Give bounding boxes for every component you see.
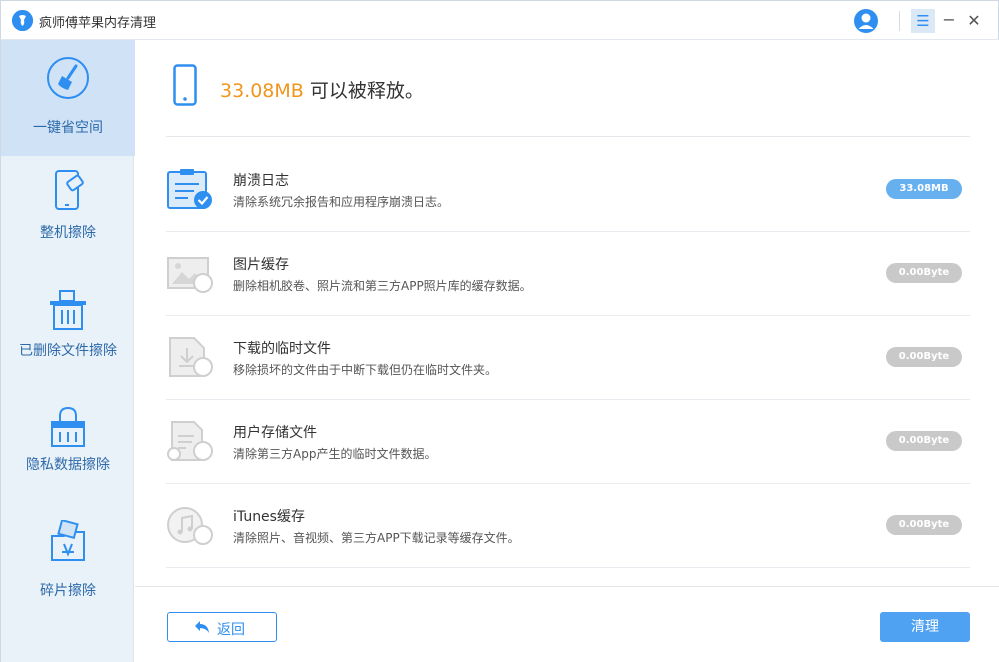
sidebar-item-deleted-erase[interactable]: 已删除文件擦除: [1, 272, 135, 388]
list-item-itunes-cache[interactable]: iTunes缓存 清除照片、音视频、第三方APP下载记录等缓存文件。 0.00B…: [166, 484, 970, 568]
itunes-cache-icon: [166, 504, 216, 548]
title-bar: 疯师傅苹果内存清理 ☰ − ✕: [0, 0, 999, 40]
sidebar-item-label: 隐私数据擦除: [26, 457, 110, 473]
size-badge: 0.00Byte: [886, 263, 962, 283]
menu-button[interactable]: ☰: [911, 9, 935, 33]
size-badge: 0.00Byte: [886, 347, 962, 367]
freeable-summary: 33.08MB 可以被释放。: [220, 76, 424, 103]
minimize-button[interactable]: −: [940, 9, 958, 33]
image-cache-icon: [166, 252, 216, 296]
item-title: 用户存储文件: [233, 425, 317, 441]
folder-shred-icon: [46, 518, 90, 564]
item-title: iTunes缓存: [233, 509, 305, 525]
divider: [166, 136, 970, 137]
footer-divider: [135, 586, 999, 587]
menu-icon: ☰: [916, 12, 930, 30]
item-description: 清除第三方App产生的临时文件数据。: [233, 447, 437, 461]
freeable-label: 可以被释放。: [303, 80, 424, 102]
back-button-label: 返回: [217, 622, 245, 638]
size-badge: 0.00Byte: [886, 515, 962, 535]
size-badge: 0.00Byte: [886, 431, 962, 451]
back-button[interactable]: 返回: [167, 612, 277, 642]
sidebar-item-full-erase[interactable]: 整机擦除: [1, 156, 135, 272]
item-description: 移除损坏的文件由于中断下载但仍在临时文件夹。: [233, 363, 498, 377]
item-description: 删除相机胶卷、照片流和第三方APP照片库的缓存数据。: [233, 279, 532, 293]
sidebar-item-label: 碎片擦除: [40, 583, 96, 599]
download-temp-icon: [166, 336, 216, 380]
list-item-image-cache[interactable]: 图片缓存 删除相机胶卷、照片流和第三方APP照片库的缓存数据。 0.00Byte: [166, 232, 970, 316]
user-avatar-icon[interactable]: [853, 8, 879, 34]
sidebar-item-save-space[interactable]: 一键省空间: [1, 40, 135, 156]
crash-log-icon: [166, 168, 216, 212]
titlebar-divider: [899, 11, 900, 31]
list-item-user-storage[interactable]: 用户存储文件 清除第三方App产生的临时文件数据。 0.00Byte: [166, 400, 970, 484]
sidebar-item-fragment-erase[interactable]: 碎片擦除: [1, 504, 135, 634]
app-logo-icon: [12, 10, 33, 31]
sidebar-item-privacy-erase[interactable]: 隐私数据擦除: [1, 388, 135, 504]
trash-icon: [46, 289, 90, 333]
size-badge: 33.08MB: [886, 179, 962, 199]
item-title: 下载的临时文件: [233, 341, 331, 357]
clean-button[interactable]: 清理: [880, 612, 970, 642]
user-storage-icon: [166, 420, 216, 464]
item-title: 崩溃日志: [233, 173, 289, 189]
item-description: 清除系统冗余报告和应用程序崩溃日志。: [233, 195, 450, 209]
item-title: 图片缓存: [233, 257, 289, 273]
app-title: 疯师傅苹果内存清理: [39, 16, 157, 31]
list-item-download-temp[interactable]: 下载的临时文件 移除损坏的文件由于中断下载但仍在临时文件夹。 0.00Byte: [166, 316, 970, 400]
list-item-crash-log[interactable]: 崩溃日志 清除系统冗余报告和应用程序崩溃日志。 33.08MB: [166, 148, 970, 232]
sidebar-item-label: 整机擦除: [40, 225, 96, 241]
phone-icon: [173, 64, 197, 106]
freeable-size: 33.08MB: [220, 80, 304, 102]
sidebar-item-label: 已删除文件擦除: [19, 343, 117, 359]
lock-icon: [46, 404, 90, 448]
close-button[interactable]: ✕: [965, 9, 983, 33]
sidebar-item-label: 一键省空间: [33, 120, 103, 136]
sidebar: 一键省空间 整机擦除 已删除文件擦除 隐私数据擦除 碎片擦除: [0, 40, 135, 662]
broom-icon: [46, 56, 90, 100]
back-arrow-icon: [194, 619, 210, 635]
phone-erase-icon: [46, 168, 90, 212]
item-description: 清除照片、音视频、第三方APP下载记录等缓存文件。: [233, 531, 520, 545]
